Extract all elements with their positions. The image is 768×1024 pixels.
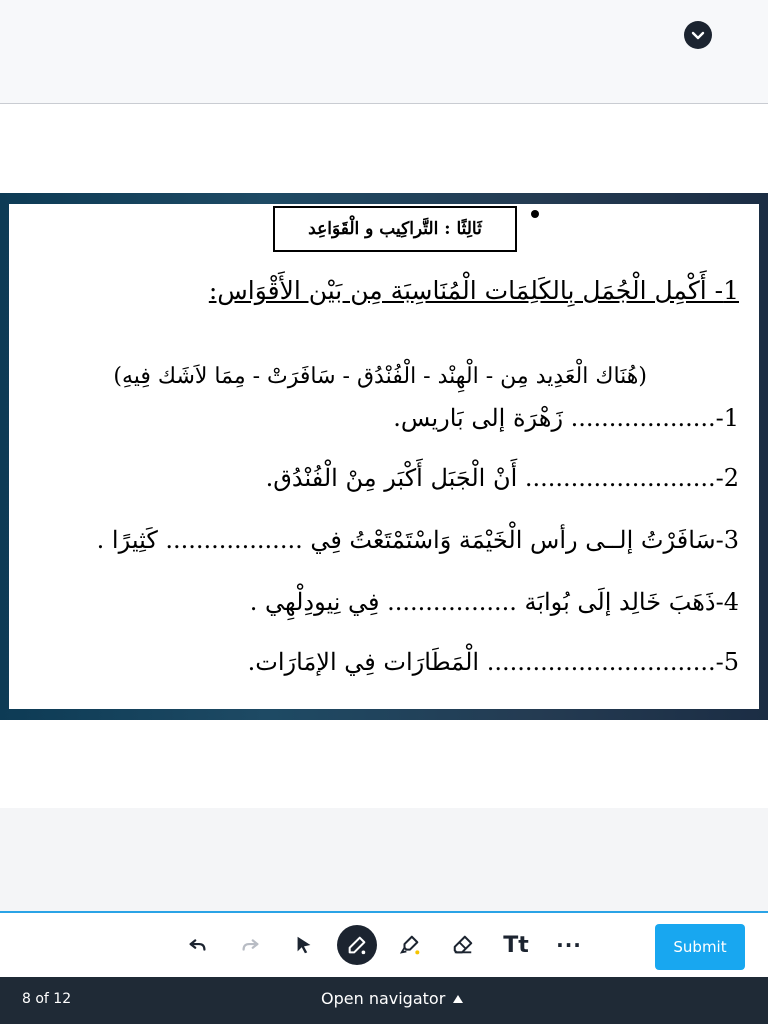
navigator-label: Open navigator [321,989,446,1008]
instruction-text: 1- أَكْمِل الْجُمَل بِالكَلِمَات الْمُنَ… [208,276,739,305]
chevron-down-icon [691,31,705,40]
open-navigator-button[interactable]: Open navigator [321,989,464,1008]
word-bank: (هُنَاك الْعَدِيد مِن - الْهِنْد - الْفُ… [113,364,647,389]
undo-icon [189,939,206,951]
redo-icon [242,939,259,951]
top-header [0,0,768,104]
more-tools-button[interactable]: ··· [553,929,585,961]
eraser-tool-button[interactable] [447,929,479,961]
canvas-background [0,808,768,912]
submit-button[interactable]: Submit [655,924,745,970]
question-2: 2-......................... أَنْ الْجَبَ… [265,464,739,492]
worksheet-frame: ثَالِثًا : التَّراكِيب و الْقَوَاعِد 1- … [0,193,768,720]
worksheet-page: ثَالِثًا : التَّراكِيب و الْقَوَاعِد 1- … [9,204,759,709]
bullet-point [531,210,539,218]
highlighter-tool-button[interactable] [394,929,426,961]
section-title: ثَالِثًا : التَّراكِيب و الْقَوَاعِد [273,206,517,252]
pen-tool-button[interactable] [337,925,377,965]
pen-icon [348,936,366,955]
question-3: 3-سَافَرْتُ إلــى رأس الْخَيْمَة وَاسْتَ… [96,526,739,554]
page-counter: 8 of 12 [22,991,72,1007]
highlighter-icon [399,935,420,955]
footer-bar: 8 of 12 Open navigator [0,977,768,1024]
redo-button[interactable] [234,929,266,961]
caret-up-icon [453,994,464,1003]
pointer-icon [297,936,311,954]
undo-button[interactable] [182,929,214,961]
select-tool-button[interactable] [288,929,320,961]
question-4: 4-ذَهَبَ خَالِد إلَى بُوابَة ...........… [249,588,739,616]
annotation-toolbar: Tt ··· Submit [0,911,768,977]
question-1: 1-................... زَهْرَة إلى بَاريس… [393,404,739,432]
text-tool-button[interactable]: Tt [500,929,532,961]
eraser-icon [453,935,473,954]
collapse-header-button[interactable] [684,21,712,49]
question-5: 5-.............................. الْمَطَ… [247,648,739,676]
